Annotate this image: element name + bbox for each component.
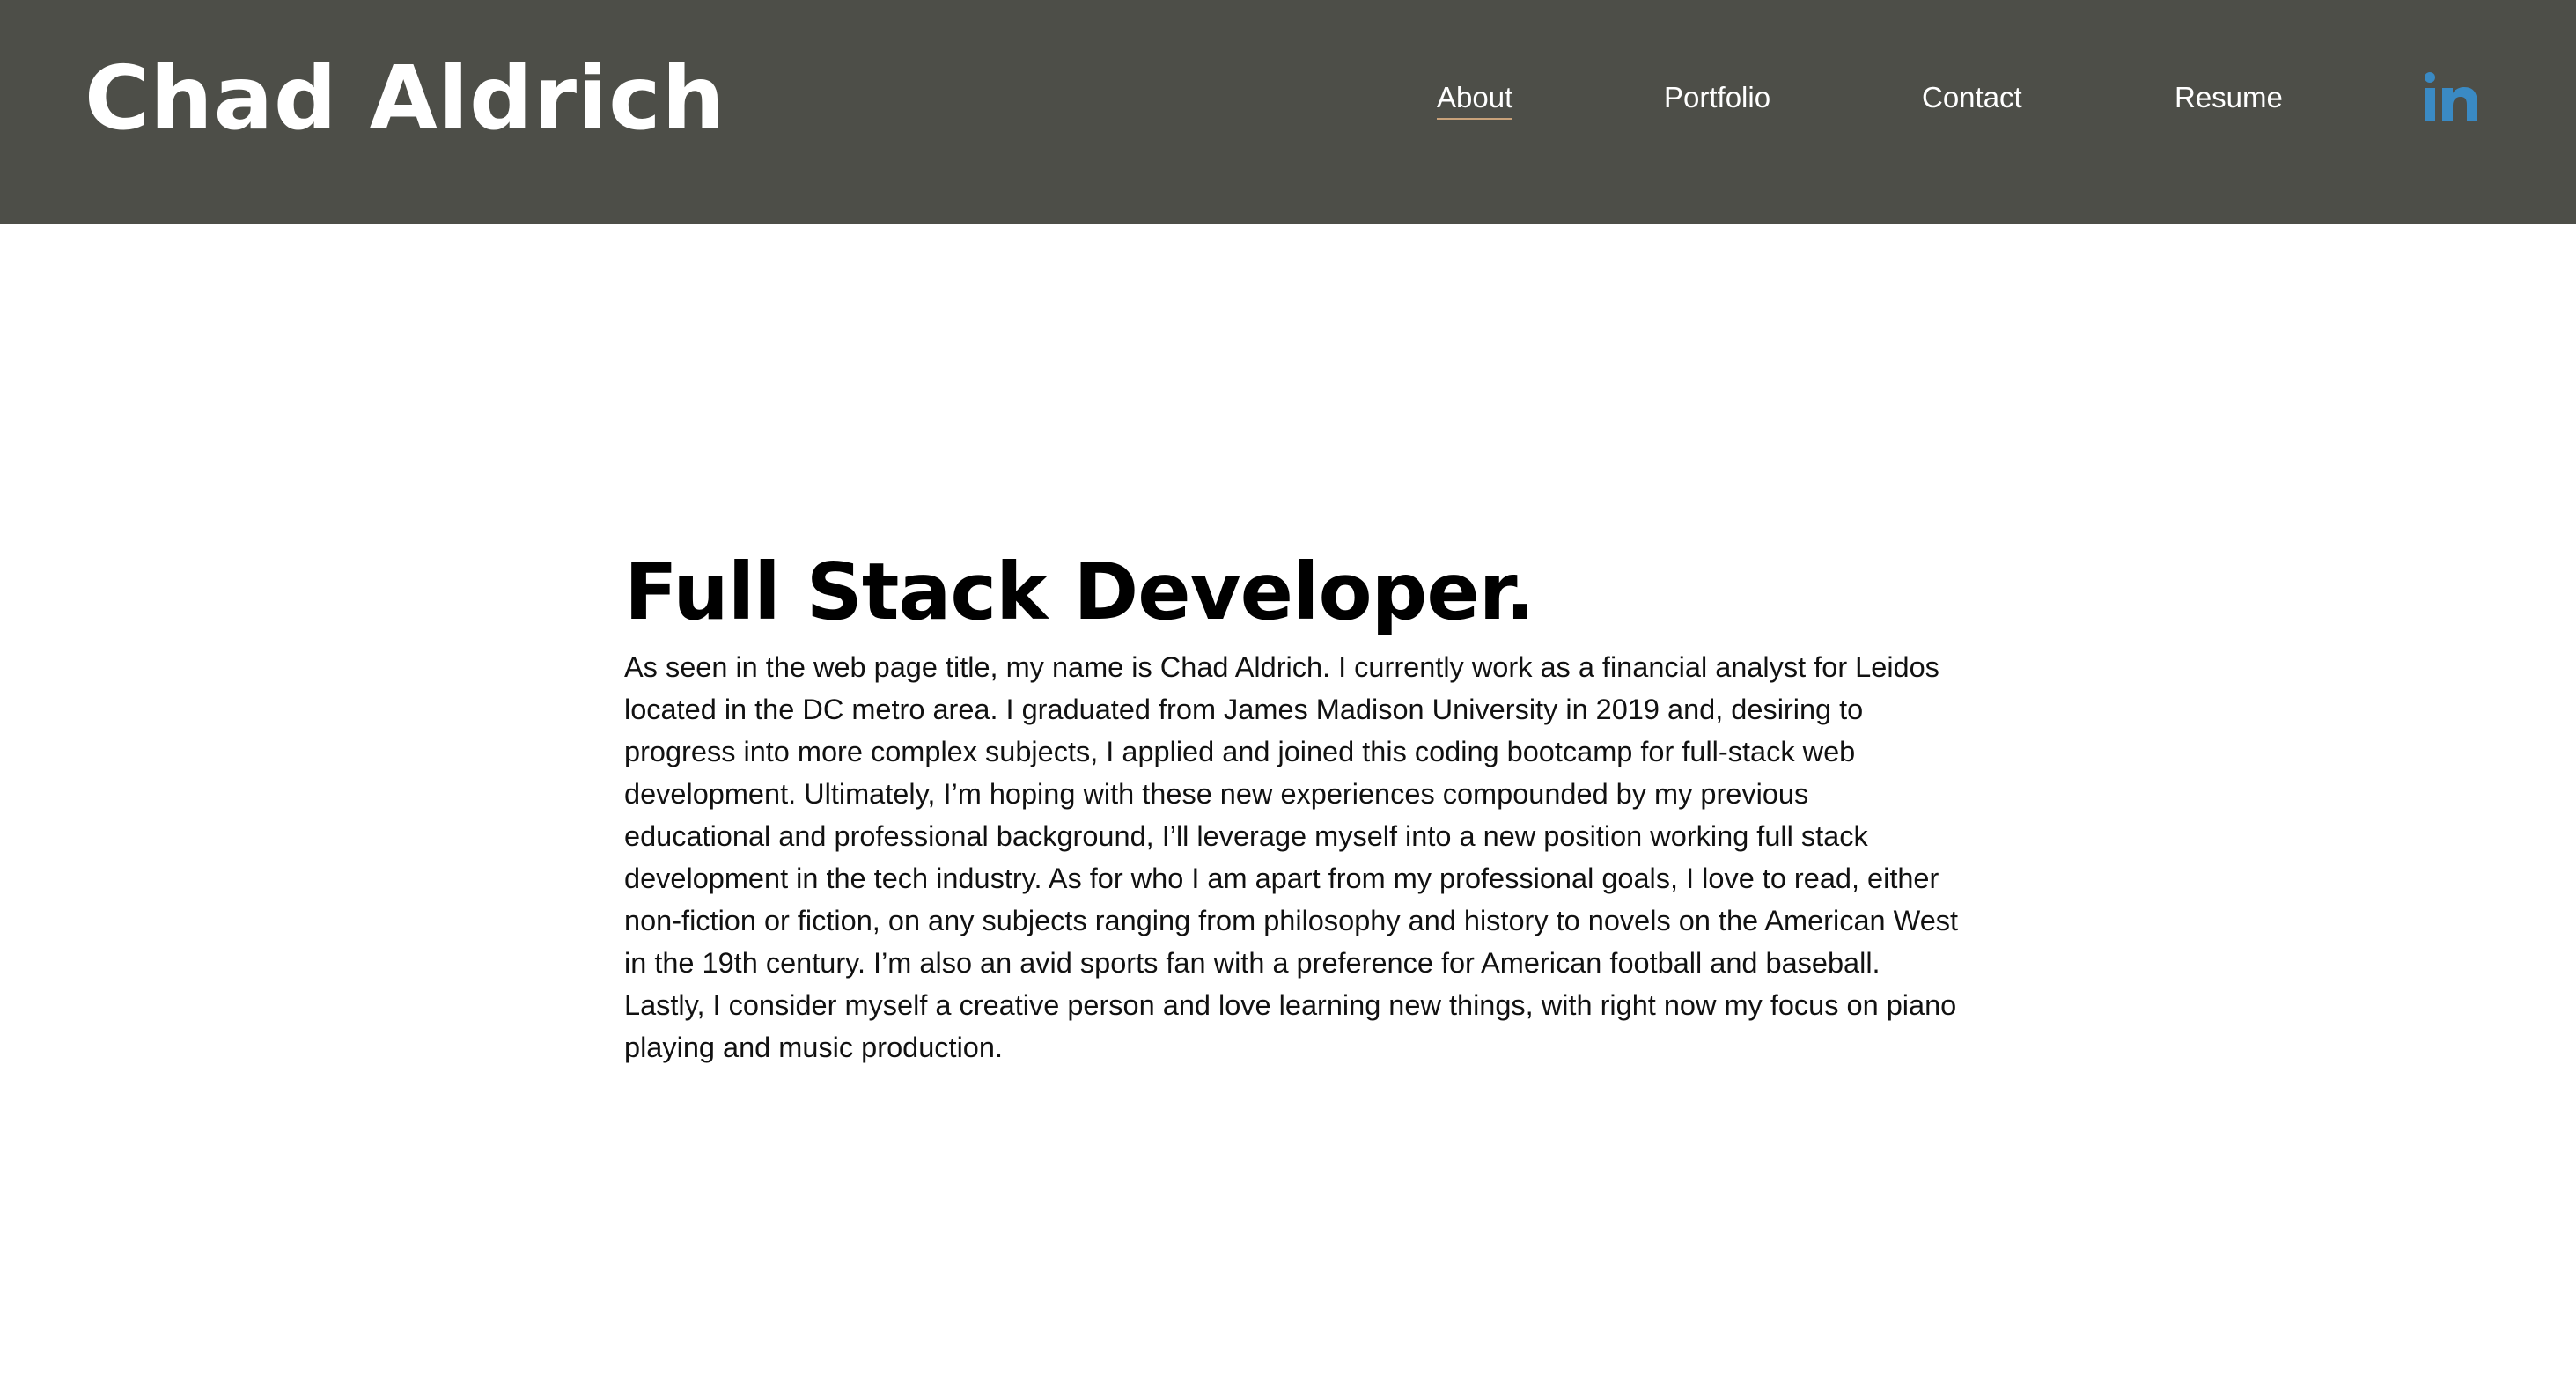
about-paragraph: As seen in the web page title, my name i… (624, 651, 1959, 1063)
nav-link-contact[interactable]: Contact (1922, 77, 2022, 118)
linkedin-icon[interactable] (2423, 69, 2479, 123)
nav-link-resume[interactable]: Resume (2175, 77, 2283, 118)
nav-link-about[interactable]: About (1437, 77, 1513, 120)
site-header: Chad Aldrich About Portfolio Contact Res… (0, 0, 2576, 224)
nav-link-portfolio[interactable]: Portfolio (1664, 77, 1770, 118)
site-brand-name[interactable]: Chad Aldrich (85, 46, 725, 151)
page-title: Full Stack Developer. (624, 545, 1535, 637)
